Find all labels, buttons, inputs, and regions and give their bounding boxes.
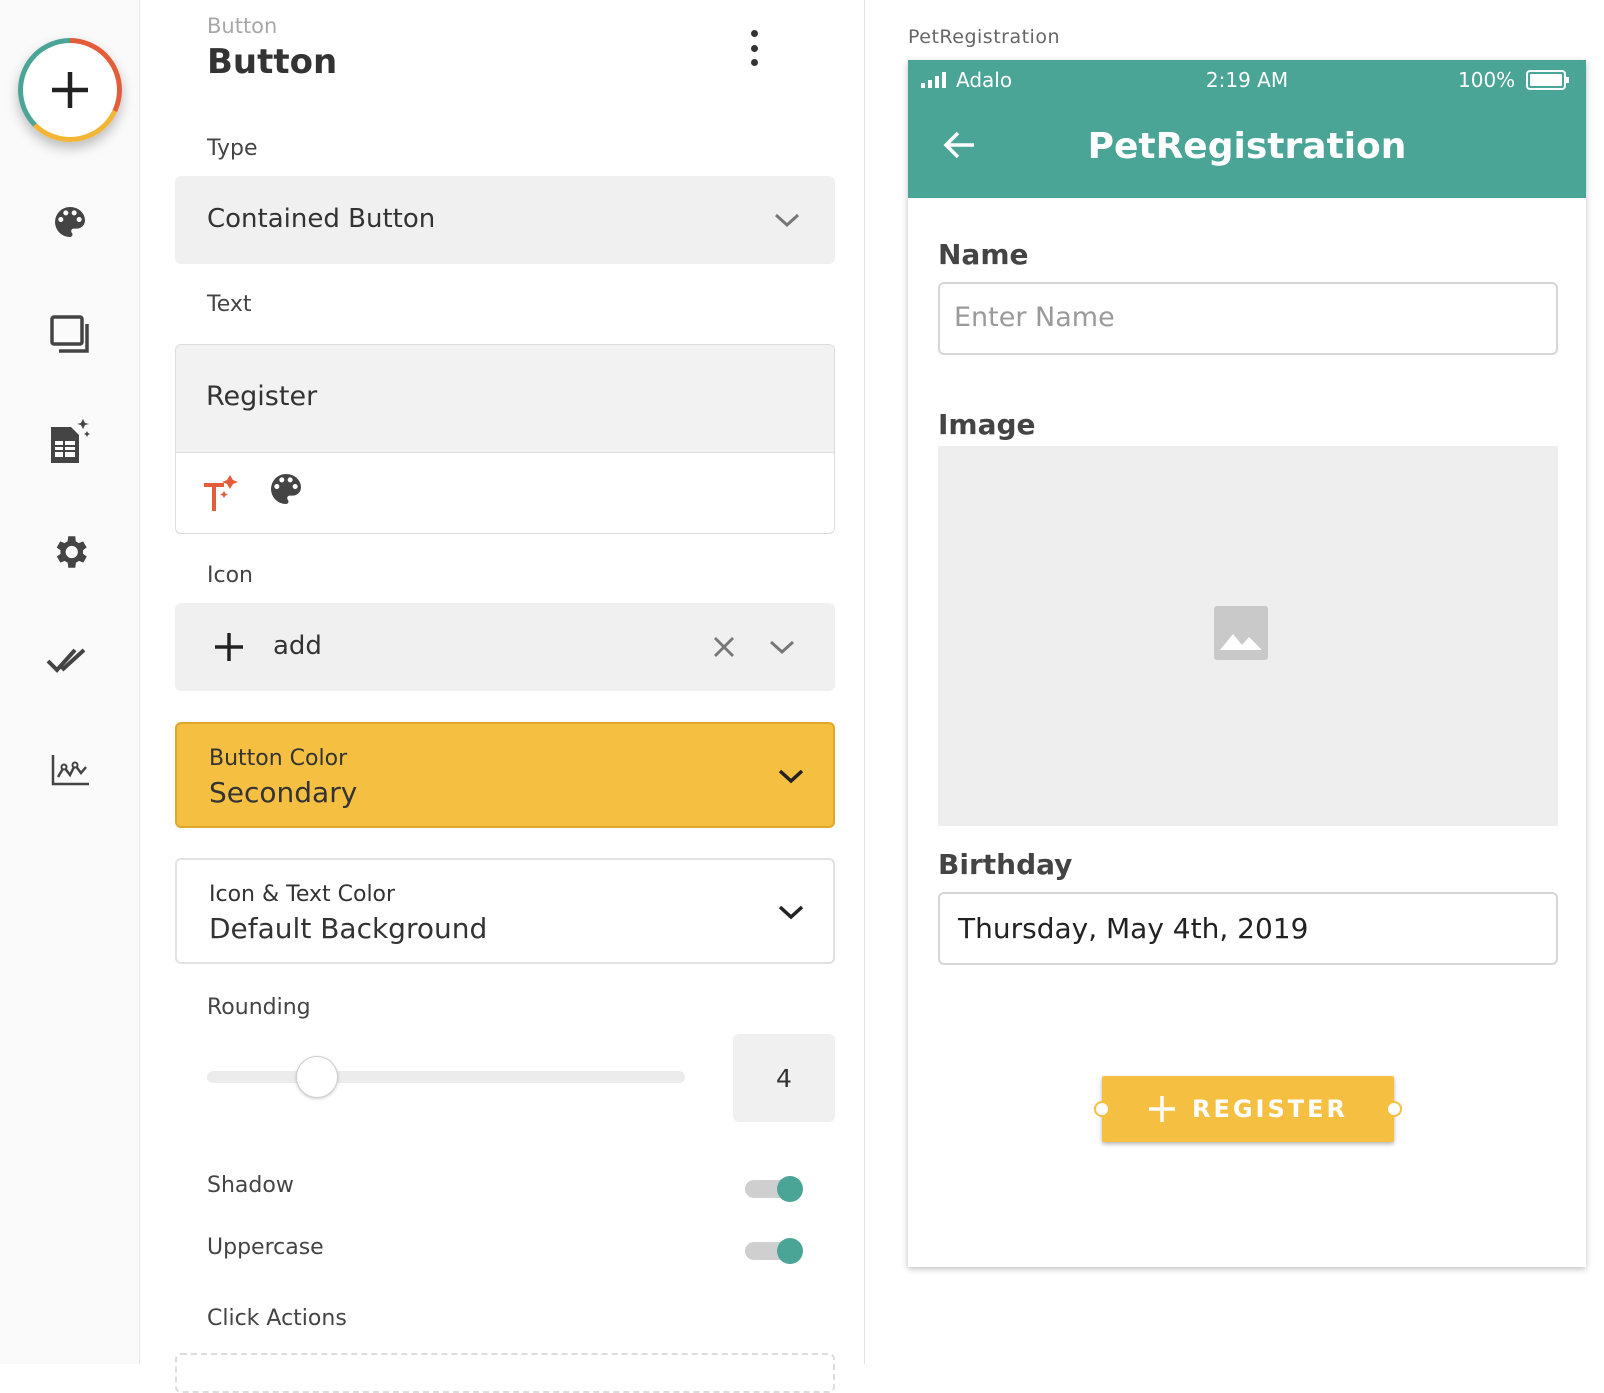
shadow-label: Shadow [207,1173,294,1198]
birthday-input[interactable]: Thursday, May 4th, 2019 [938,892,1558,965]
phone-screen: Adalo 2:19 AM 100% PetRegistration Name … [908,60,1586,1267]
more-options-icon[interactable] [746,30,762,66]
palette-icon[interactable] [46,198,94,246]
rounding-value[interactable]: 4 [733,1034,835,1122]
icon-label: Icon [207,563,253,588]
text-label: Text [207,292,252,317]
gear-icon[interactable] [46,528,94,576]
chevron-down-icon [778,769,804,784]
screen-name[interactable]: PetRegistration [908,26,1060,48]
birthday-value: Thursday, May 4th, 2019 [958,912,1309,945]
icon-text-color-label: Icon & Text Color [209,882,396,907]
add-action-box[interactable] [175,1353,835,1393]
click-actions-label: Click Actions [207,1306,347,1331]
type-select[interactable]: Contained Button [175,176,835,264]
add-component-button[interactable] [18,38,122,142]
publish-check-icon[interactable] [46,636,94,684]
button-color-value: Secondary [209,776,358,809]
birthday-label: Birthday [938,848,1073,881]
chevron-down-icon [778,905,804,920]
screens-icon[interactable] [46,310,94,358]
add-icon [1148,1096,1175,1122]
battery-percent: 100% [1458,68,1516,92]
toggle-knob [777,1238,803,1264]
text-input[interactable]: Register [176,345,834,453]
app-bar[interactable]: Adalo 2:19 AM 100% PetRegistration [908,60,1586,198]
uppercase-toggle[interactable] [745,1238,803,1264]
toggle-knob [777,1176,803,1202]
app-title: PetRegistration [1087,126,1407,167]
image-icon [1214,606,1268,660]
text-field[interactable]: Register [175,344,835,534]
rounding-slider-thumb[interactable] [295,1056,338,1098]
icon-select[interactable]: add [175,603,835,691]
icon-value: add [273,631,322,661]
canvas-preview: PetRegistration Adalo 2:19 AM 100% PetRe… [866,0,1604,1364]
name-placeholder: Enter Name [954,302,1115,333]
register-button-label: REGISTER [1191,1095,1349,1123]
type-label: Type [207,136,258,161]
magic-text-icon[interactable] [200,473,240,515]
analytics-icon[interactable] [46,746,94,794]
panel-title: Button [207,42,338,82]
battery-icon [1526,70,1569,90]
text-value: Register [206,381,318,412]
add-icon [23,43,117,137]
image-label: Image [938,408,1036,441]
shadow-toggle[interactable] [745,1176,803,1202]
component-settings-panel: Button Button Type Contained Button Text… [140,0,865,1393]
icon-text-color-select[interactable]: Icon & Text Color Default Background [175,858,835,964]
clear-icon[interactable] [713,636,735,658]
palette-icon[interactable] [266,469,306,509]
name-input[interactable]: Enter Name [938,282,1558,355]
type-value: Contained Button [207,204,436,234]
icon-text-color-value: Default Background [209,912,488,945]
button-color-select[interactable]: Button Color Secondary [175,722,835,828]
left-toolbar [0,0,140,1364]
register-button[interactable]: REGISTER [1102,1076,1394,1142]
uppercase-label: Uppercase [207,1235,324,1260]
name-label: Name [938,238,1029,271]
chevron-down-icon[interactable] [768,639,796,655]
image-placeholder[interactable] [938,446,1558,826]
breadcrumb: Button [207,14,278,38]
button-color-label: Button Color [209,746,348,771]
rounding-slider-track[interactable] [207,1071,685,1083]
resize-handle-right[interactable] [1386,1101,1402,1117]
rounding-label: Rounding [207,995,311,1020]
database-icon[interactable] [46,418,94,466]
chevron-down-icon [774,213,800,228]
resize-handle-left[interactable] [1094,1101,1110,1117]
add-icon [215,633,243,661]
